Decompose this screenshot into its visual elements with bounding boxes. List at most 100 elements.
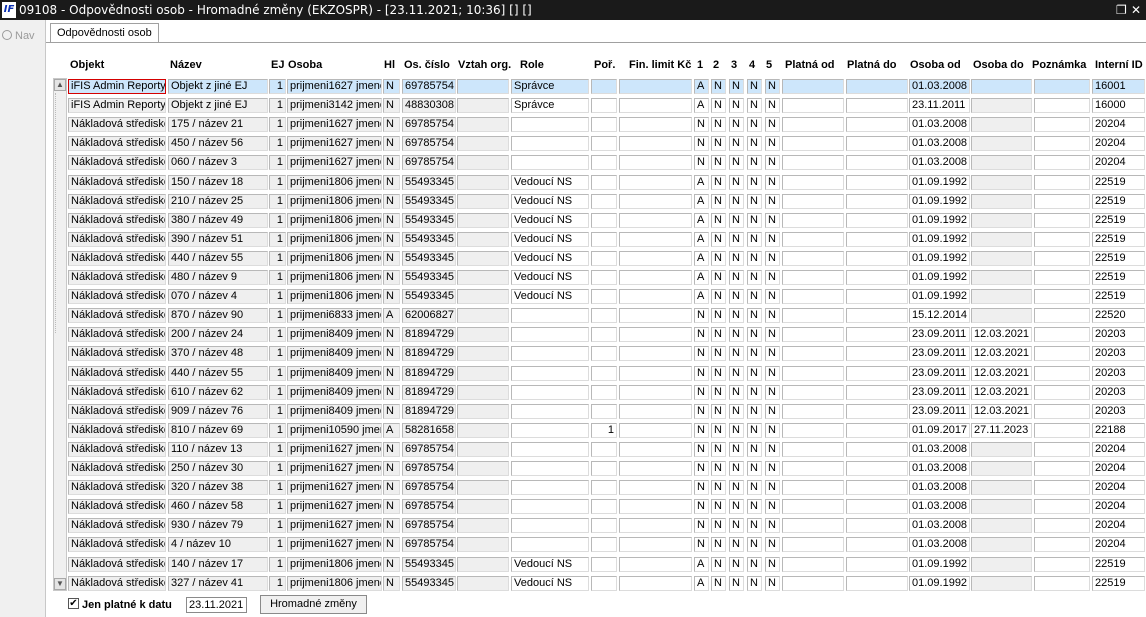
cell-pdo[interactable]	[846, 385, 908, 400]
cell-c3[interactable]: N	[729, 327, 744, 342]
cell-ej[interactable]: 1	[269, 155, 286, 170]
cell-pdo[interactable]	[846, 155, 908, 170]
cell-pod[interactable]	[782, 499, 844, 514]
cell-c1[interactable]: N	[694, 518, 709, 533]
cell-por[interactable]	[591, 308, 617, 323]
cell-nazev[interactable]: 930 / název 79	[168, 518, 268, 533]
cell-c2[interactable]: N	[711, 366, 726, 381]
cell-os-cislo[interactable]: 81894729	[402, 327, 456, 342]
cell-odo[interactable]	[971, 537, 1032, 552]
cell-c4[interactable]: N	[747, 327, 762, 342]
cell-c5[interactable]: N	[765, 155, 780, 170]
cell-hl[interactable]: N	[383, 461, 400, 476]
cell-por[interactable]	[591, 557, 617, 572]
cell-odo[interactable]	[971, 136, 1032, 151]
cell-nazev[interactable]: 110 / název 13	[168, 442, 268, 457]
cell-odo[interactable]	[971, 499, 1032, 514]
cell-ood[interactable]: 01.03.2008	[909, 155, 970, 170]
cell-c5[interactable]: N	[765, 423, 780, 438]
cell-por[interactable]	[591, 346, 617, 361]
cell-ej[interactable]: 1	[269, 423, 286, 438]
cell-hl[interactable]: N	[383, 327, 400, 342]
cell-odo[interactable]	[971, 117, 1032, 132]
cell-hl[interactable]: N	[383, 194, 400, 209]
cell-osoba[interactable]: prijmeni1806 jmeno	[287, 289, 382, 304]
cell-c1[interactable]: N	[694, 155, 709, 170]
cell-por[interactable]	[591, 194, 617, 209]
cell-c1[interactable]: N	[694, 423, 709, 438]
cell-odo[interactable]: 12.03.2021	[971, 404, 1032, 419]
cell-ej[interactable]: 1	[269, 480, 286, 495]
cell-role[interactable]: Vedoucí NS	[511, 289, 589, 304]
cell-c1[interactable]: N	[694, 499, 709, 514]
cell-c2[interactable]: N	[711, 385, 726, 400]
cell-hl[interactable]: N	[383, 557, 400, 572]
cell-pdo[interactable]	[846, 308, 908, 323]
cell-c4[interactable]: N	[747, 175, 762, 190]
cell-nazev[interactable]: 370 / název 48	[168, 346, 268, 361]
cell-nazev[interactable]: 210 / název 25	[168, 194, 268, 209]
cell-fin[interactable]	[619, 423, 692, 438]
cell-fin[interactable]	[619, 232, 692, 247]
cell-pdo[interactable]	[846, 117, 908, 132]
cell-hl[interactable]: N	[383, 98, 400, 113]
cell-fin[interactable]	[619, 404, 692, 419]
scroll-up-icon[interactable]: ▲	[54, 79, 66, 91]
cell-osoba[interactable]: prijmeni1806 jmeno	[287, 194, 382, 209]
cell-c3[interactable]: N	[729, 270, 744, 285]
cell-fin[interactable]	[619, 385, 692, 400]
cell-id[interactable]: 20204	[1092, 537, 1145, 552]
cell-c3[interactable]: N	[729, 194, 744, 209]
cell-id[interactable]: 20204	[1092, 518, 1145, 533]
cell-pozn[interactable]	[1034, 98, 1090, 113]
cell-c4[interactable]: N	[747, 480, 762, 495]
cell-os-cislo[interactable]: 55493345	[402, 576, 456, 591]
cell-os-cislo[interactable]: 69785754	[402, 117, 456, 132]
cell-c2[interactable]: N	[711, 576, 726, 591]
cell-nazev[interactable]: 450 / název 56	[168, 136, 268, 151]
cell-objekt[interactable]: Nákladová středisko	[68, 537, 166, 552]
cell-c4[interactable]: N	[747, 576, 762, 591]
cell-osoba[interactable]: prijmeni1806 jmeno	[287, 270, 382, 285]
cell-c3[interactable]: N	[729, 461, 744, 476]
column-header-c5[interactable]: 5	[766, 59, 772, 71]
cell-ej[interactable]: 1	[269, 518, 286, 533]
cell-os-cislo[interactable]: 58281658	[402, 423, 456, 438]
cell-objekt[interactable]: Nákladová středisko	[68, 136, 166, 151]
cell-hl[interactable]: N	[383, 385, 400, 400]
cell-ej[interactable]: 1	[269, 175, 286, 190]
cell-ood[interactable]: 15.12.2014	[909, 308, 970, 323]
cell-nazev[interactable]: 870 / název 90	[168, 308, 268, 323]
cell-por[interactable]	[591, 537, 617, 552]
cell-fin[interactable]	[619, 136, 692, 151]
cell-c1[interactable]: A	[694, 232, 709, 247]
cell-ej[interactable]: 1	[269, 557, 286, 572]
cell-nazev[interactable]: 909 / název 76	[168, 404, 268, 419]
cell-c3[interactable]: N	[729, 251, 744, 266]
cell-id[interactable]: 20204	[1092, 480, 1145, 495]
vertical-scrollbar[interactable]: ▲ ▼	[53, 78, 67, 591]
cell-c2[interactable]: N	[711, 117, 726, 132]
cell-c4[interactable]: N	[747, 423, 762, 438]
cell-ej[interactable]: 1	[269, 366, 286, 381]
cell-c4[interactable]: N	[747, 557, 762, 572]
cell-id[interactable]: 22519	[1092, 270, 1145, 285]
restore-icon[interactable]: ❐	[1116, 0, 1127, 20]
cell-role[interactable]	[511, 155, 589, 170]
cell-c1[interactable]: N	[694, 385, 709, 400]
cell-ood[interactable]: 01.03.2008	[909, 136, 970, 151]
cell-id[interactable]: 20204	[1092, 461, 1145, 476]
cell-ej[interactable]: 1	[269, 79, 286, 94]
cell-osoba[interactable]: prijmeni1806 jmeno	[287, 232, 382, 247]
cell-c3[interactable]: N	[729, 385, 744, 400]
cell-pdo[interactable]	[846, 537, 908, 552]
cell-osoba[interactable]: prijmeni1806 jmeno	[287, 213, 382, 228]
cell-vztah[interactable]	[457, 480, 509, 495]
cell-os-cislo[interactable]: 55493345	[402, 213, 456, 228]
cell-nazev[interactable]: 460 / název 58	[168, 499, 268, 514]
cell-nazev[interactable]: Objekt z jiné EJ	[168, 98, 268, 113]
cell-c4[interactable]: N	[747, 366, 762, 381]
cell-c3[interactable]: N	[729, 79, 744, 94]
cell-c2[interactable]: N	[711, 308, 726, 323]
cell-c2[interactable]: N	[711, 289, 726, 304]
